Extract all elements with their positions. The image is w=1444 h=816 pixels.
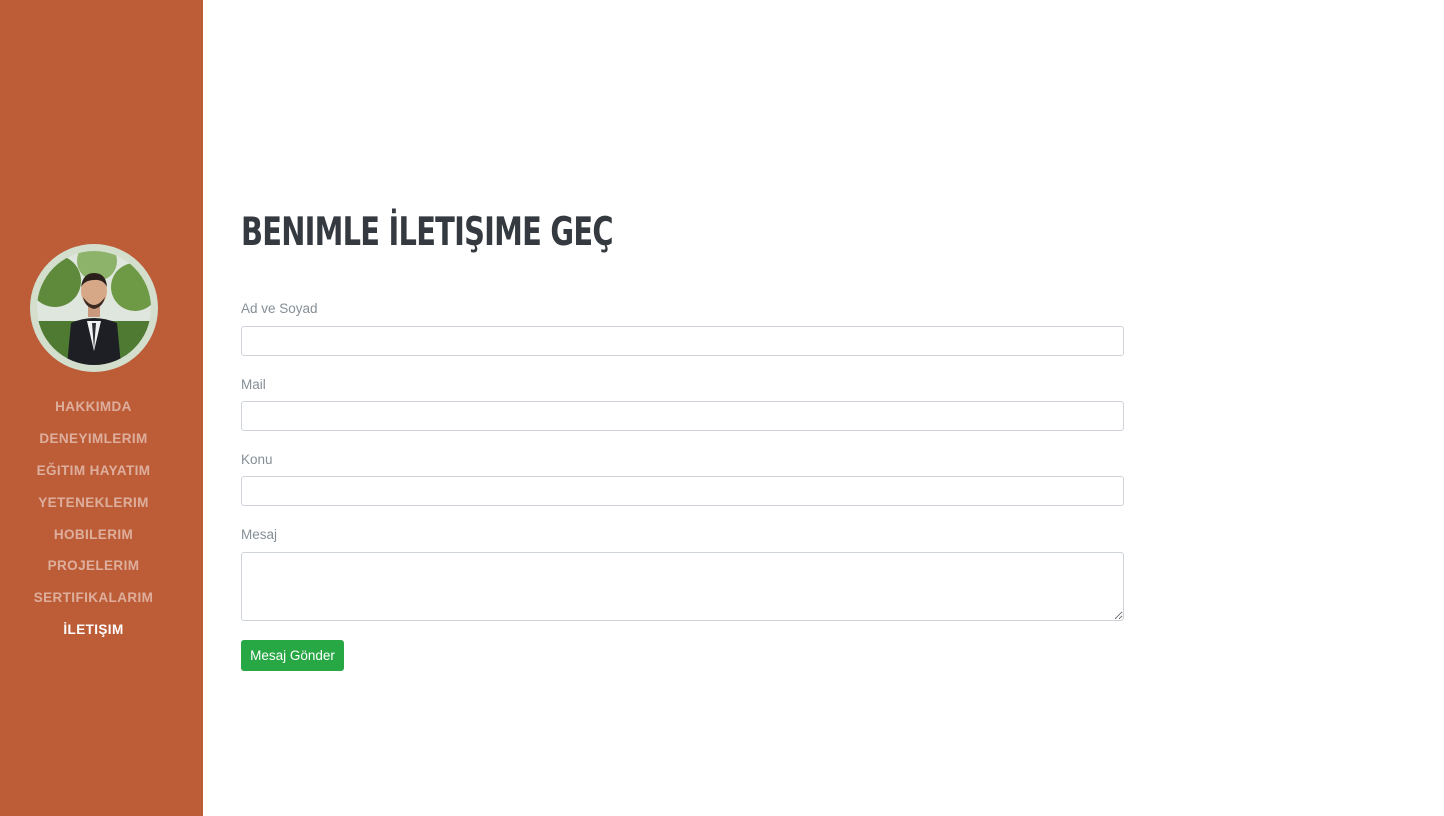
send-message-button[interactable]: Mesaj Gönder	[241, 640, 344, 671]
name-input[interactable]	[241, 326, 1124, 356]
mail-input[interactable]	[241, 401, 1124, 431]
subject-input[interactable]	[241, 476, 1124, 506]
name-label: Ad ve Soyad	[241, 301, 318, 316]
mail-label: Mail	[241, 377, 266, 392]
subject-label: Konu	[241, 452, 273, 467]
nav-link[interactable]: Yeteneklerim	[38, 495, 149, 510]
page-title: Benimle İletişime Geç	[241, 210, 614, 255]
nav-item-yeteneklerim[interactable]: Yeteneklerim	[0, 486, 187, 518]
nav-link[interactable]: Sertifikalarım	[34, 590, 154, 605]
nav-link[interactable]: Projelerim	[48, 558, 140, 573]
nav-link[interactable]: Hobilerim	[54, 527, 133, 542]
nav-item-hakkimda[interactable]: Hakkımda	[0, 391, 187, 423]
nav-item-iletisim[interactable]: İletişim	[0, 614, 187, 646]
nav-link[interactable]: Deneyimlerim	[39, 431, 147, 446]
sidebar-nav: Hakkımda Deneyimlerim Eğitim Hayatım Yet…	[0, 391, 187, 645]
avatar[interactable]	[30, 244, 158, 372]
message-label: Mesaj	[241, 527, 278, 542]
nav-link[interactable]: Eğitim Hayatım	[37, 463, 151, 478]
nav-link[interactable]: Hakkımda	[55, 399, 132, 414]
nav-item-projelerim[interactable]: Projelerim	[0, 550, 187, 582]
message-textarea[interactable]	[241, 552, 1124, 621]
nav-item-deneyimlerim[interactable]: Deneyimlerim	[0, 423, 187, 455]
nav-link-active[interactable]: İletişim	[63, 622, 123, 637]
nav-item-egitim-hayatim[interactable]: Eğitim Hayatım	[0, 455, 187, 487]
nav-item-hobilerim[interactable]: Hobilerim	[0, 518, 187, 550]
profile-photo	[37, 251, 151, 365]
nav-item-sertifikalarim[interactable]: Sertifikalarım	[0, 582, 187, 614]
sidebar: Hakkımda Deneyimlerim Eğitim Hayatım Yet…	[0, 0, 203, 816]
